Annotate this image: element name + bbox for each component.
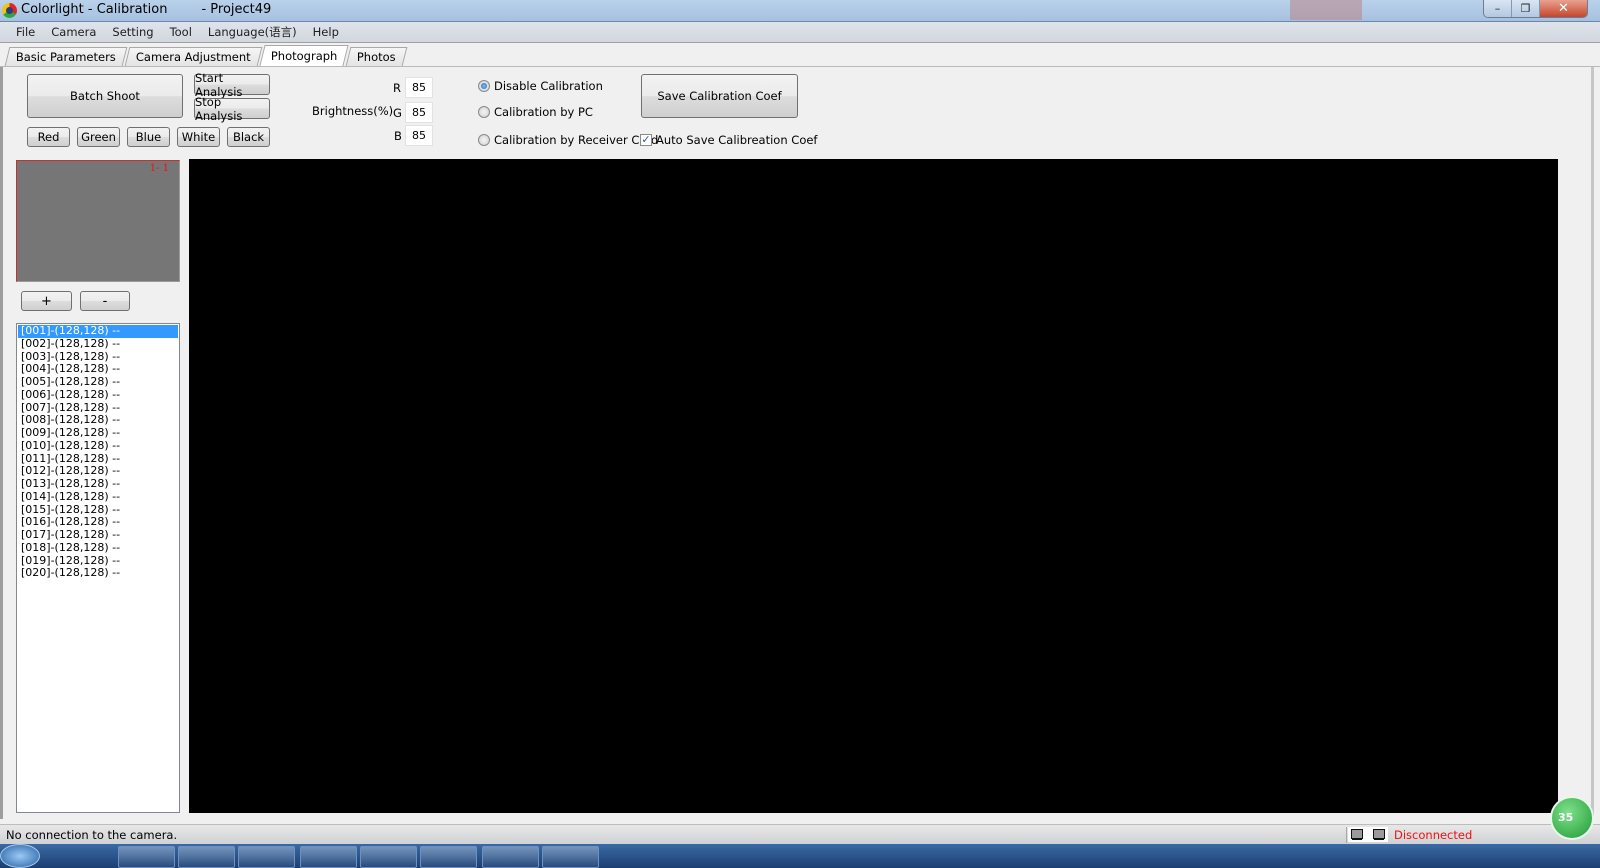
taskbar-app[interactable] <box>238 846 295 868</box>
close-button[interactable]: ✕ <box>1540 0 1587 17</box>
menu-setting[interactable]: Setting <box>104 22 161 43</box>
camera-view-canvas[interactable] <box>189 159 1558 813</box>
thumbnail-preview[interactable]: 1- 1 <box>16 160 180 282</box>
status-separator <box>1346 827 1347 843</box>
list-item[interactable]: [018]-(128,128) -- <box>18 541 178 555</box>
window-controls: – ❐ ✕ <box>1483 0 1588 18</box>
brightness-b-input[interactable]: 85 <box>405 125 433 146</box>
connection-status: Disconnected <box>1394 828 1473 842</box>
window-title: Colorlight - Calibration - Project49 <box>21 2 271 17</box>
list-item[interactable]: [001]-(128,128) -- <box>18 324 178 338</box>
menu-help[interactable]: Help <box>305 22 347 43</box>
list-item[interactable]: [020]-(128,128) -- <box>18 566 178 580</box>
radio-label: Disable Calibration <box>494 79 603 93</box>
menu-file[interactable]: File <box>8 22 43 43</box>
radio-label: Calibration by Receiver Card <box>494 133 659 147</box>
minimize-button[interactable]: – <box>1484 0 1512 17</box>
list-item[interactable]: [017]-(128,128) -- <box>18 528 178 542</box>
restore-icon: ❐ <box>1520 2 1531 15</box>
panel-border-left <box>0 67 3 819</box>
save-calibration-coef-button[interactable]: Save Calibration Coef <box>641 74 798 118</box>
checkbox-label: Auto Save Calibreation Coef <box>656 133 818 147</box>
title-bar: Colorlight - Calibration - Project49 – ❐ … <box>0 0 1600 22</box>
photo-list[interactable]: [001]-(128,128) -- [002]-(128,128) -- [003… <box>16 323 180 813</box>
blue-button[interactable]: Blue <box>127 127 170 147</box>
radio-selected-icon <box>478 80 490 92</box>
batch-shoot-button[interactable]: Batch Shoot <box>27 74 183 118</box>
menu-bar: File Camera Setting Tool Language(语言) He… <box>0 22 1600 43</box>
green-button[interactable]: Green <box>77 127 120 147</box>
minimize-icon: – <box>1494 2 1501 15</box>
black-button[interactable]: Black <box>227 127 270 147</box>
tab-photos[interactable]: Photos <box>345 47 408 66</box>
list-item[interactable]: [005]-(128,128) -- <box>18 375 178 389</box>
connection-icons <box>1348 827 1388 842</box>
tab-label: Basic Parameters <box>15 50 116 64</box>
preview-position-label: 1- 1 <box>149 163 169 174</box>
restore-button[interactable]: ❐ <box>1512 0 1540 17</box>
taskbar-app[interactable] <box>542 846 599 868</box>
monitor-icon <box>1372 828 1386 841</box>
list-item[interactable]: [002]-(128,128) -- <box>18 337 178 351</box>
menu-tool[interactable]: Tool <box>162 22 200 43</box>
tab-strip: Basic Parameters Camera Adjustment Photo… <box>0 45 1600 67</box>
taskbar-app[interactable] <box>482 846 539 868</box>
brightness-r-input[interactable]: 85 <box>405 77 433 98</box>
tab-label: Photograph <box>270 49 338 63</box>
taskbar-app[interactable] <box>178 846 235 868</box>
zoom-out-button[interactable]: - <box>80 291 130 311</box>
tab-label: Camera Adjustment <box>135 50 251 64</box>
brightness-label: Brightness(%) <box>312 104 394 118</box>
blurred-background-element <box>1290 0 1362 20</box>
colorlight-app-icon <box>2 3 17 18</box>
radio-unselected-icon <box>478 134 490 146</box>
menu-camera[interactable]: Camera <box>43 22 104 43</box>
os-taskbar <box>0 844 1600 868</box>
taskbar-app[interactable] <box>360 846 417 868</box>
b-label: B <box>394 129 402 143</box>
app-title: Colorlight - Calibration <box>21 2 168 17</box>
project-name: - Project49 <box>201 2 272 17</box>
start-analysis-button[interactable]: Start Analysis <box>194 71 270 99</box>
list-item[interactable]: [013]-(128,128) -- <box>18 477 178 491</box>
close-icon: ✕ <box>1558 1 1569 16</box>
calibration-by-receiver-card-radio[interactable]: Calibration by Receiver Card <box>478 133 658 147</box>
stop-analysis-button[interactable]: Stop Analysis <box>194 95 270 123</box>
tab-basic-parameters[interactable]: Basic Parameters <box>4 47 128 66</box>
tab-label: Photos <box>357 50 396 64</box>
calibration-by-pc-radio[interactable]: Calibration by PC <box>478 105 593 119</box>
status-bar: No connection to the camera. Disconnecte… <box>0 824 1600 844</box>
list-item[interactable]: [006]-(128,128) -- <box>18 388 178 402</box>
red-button[interactable]: Red <box>27 127 70 147</box>
panel-border-right <box>1591 67 1594 819</box>
white-button[interactable]: White <box>177 127 220 147</box>
start-orb-icon[interactable] <box>0 844 40 868</box>
r-label: R <box>393 81 401 95</box>
list-item[interactable]: [014]-(128,128) -- <box>18 490 178 504</box>
list-item[interactable]: [010]-(128,128) -- <box>18 439 178 453</box>
taskbar-app[interactable] <box>118 846 175 868</box>
radio-unselected-icon <box>478 106 490 118</box>
status-message: No connection to the camera. <box>6 828 178 842</box>
tab-camera-adjustment[interactable]: Camera Adjustment <box>124 47 263 66</box>
zoom-in-button[interactable]: + <box>21 291 72 311</box>
taskbar-app[interactable] <box>420 846 477 868</box>
monitor-icon <box>1350 828 1364 841</box>
auto-save-checkbox[interactable]: ✓ Auto Save Calibreation Coef <box>640 133 817 147</box>
g-label: G <box>393 106 402 120</box>
floating-badge[interactable]: 35 <box>1550 796 1594 840</box>
taskbar-app[interactable] <box>300 846 357 868</box>
list-item[interactable]: [009]-(128,128) -- <box>18 426 178 440</box>
brightness-g-input[interactable]: 85 <box>405 102 433 123</box>
radio-label: Calibration by PC <box>494 105 593 119</box>
disable-calibration-radio[interactable]: Disable Calibration <box>478 79 603 93</box>
tab-photograph[interactable]: Photograph <box>259 45 349 66</box>
menu-language[interactable]: Language(语言) <box>200 22 305 43</box>
checkmark-icon: ✓ <box>640 133 652 146</box>
